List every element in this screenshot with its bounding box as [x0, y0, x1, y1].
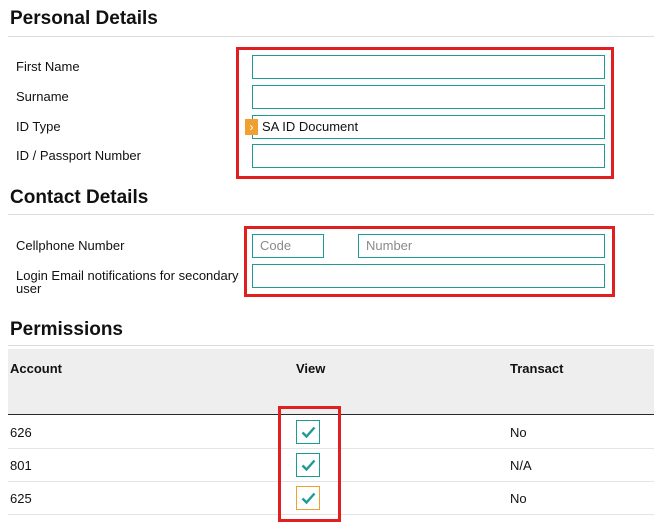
id-number-label: ID / Passport Number — [16, 148, 141, 163]
contact-details-title: Contact Details — [10, 187, 149, 208]
row-1-account: 626 — [10, 425, 32, 440]
column-header-view: View — [296, 361, 326, 376]
personal-fields-highlight — [236, 47, 614, 179]
row-3-transact: No — [510, 491, 527, 506]
secondary-user-form: Personal Details First Name Surname ID T… — [0, 0, 654, 529]
personal-details-divider — [8, 36, 654, 37]
permissions-title: Permissions — [10, 319, 123, 340]
cellphone-label: Cellphone Number — [16, 238, 125, 253]
column-header-transact: Transact — [510, 361, 564, 376]
contact-fields-highlight — [244, 226, 615, 297]
contact-details-divider — [8, 214, 654, 215]
column-header-account: Account — [10, 361, 62, 376]
personal-details-title: Personal Details — [10, 8, 158, 29]
row-2-account: 801 — [10, 458, 32, 473]
permissions-divider — [8, 345, 654, 346]
row-1-transact: No — [510, 425, 527, 440]
id-type-label: ID Type — [16, 119, 61, 134]
email-label-line2: user — [16, 281, 42, 296]
view-column-highlight — [278, 406, 341, 522]
permissions-table-header — [8, 349, 654, 414]
first-name-label: First Name — [16, 59, 80, 74]
row-3-account: 625 — [10, 491, 32, 506]
row-2-transact: N/A — [510, 458, 532, 473]
surname-label: Surname — [16, 89, 69, 104]
email-label-line1: Login Email notifications for secondary — [16, 268, 239, 283]
